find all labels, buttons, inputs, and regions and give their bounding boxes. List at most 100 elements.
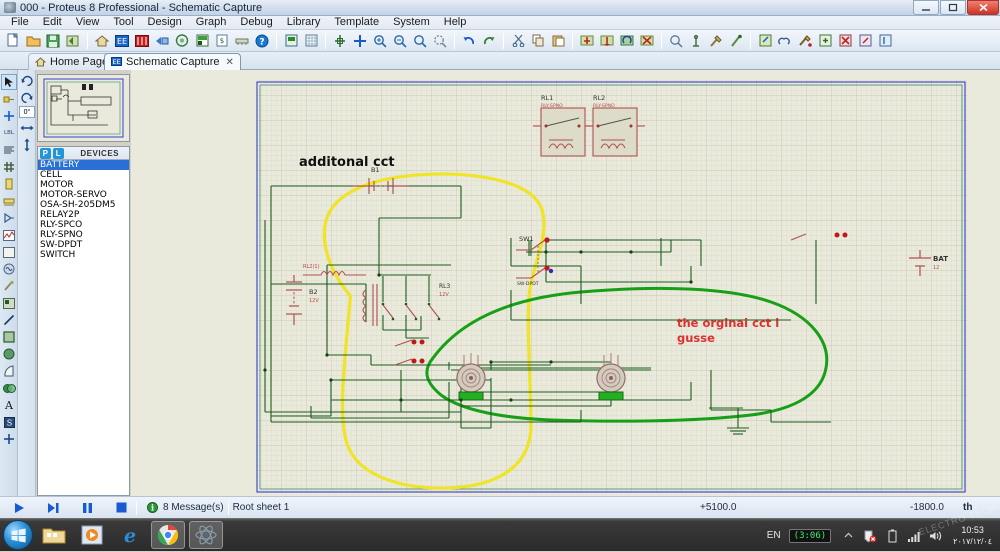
search-tag-icon[interactable] <box>776 32 794 50</box>
minimize-button[interactable] <box>913 0 939 15</box>
start-button[interactable] <box>3 520 33 550</box>
taskbar-proteus[interactable] <box>189 521 223 549</box>
goto-sheet-icon[interactable] <box>856 32 874 50</box>
open-file-icon[interactable] <box>24 32 42 50</box>
cut-icon[interactable] <box>509 32 527 50</box>
security-alert-icon[interactable] <box>862 528 878 544</box>
close-button[interactable] <box>967 0 999 15</box>
device-item-cell[interactable]: CELL <box>38 170 129 180</box>
design-explorer-icon[interactable]: $ <box>213 32 231 50</box>
battery-icon[interactable] <box>884 528 900 544</box>
menu-item-template[interactable]: Template <box>327 16 386 29</box>
wire-label-mode-button[interactable]: LBL <box>1 125 17 141</box>
new-sheet-icon[interactable] <box>756 32 774 50</box>
device-item-switch[interactable]: SWITCH <box>38 250 129 260</box>
battery-time-widget[interactable]: (3:06) <box>788 528 832 543</box>
vsm-icon[interactable] <box>233 32 251 50</box>
tape-recorder-mode-button[interactable] <box>1 244 17 260</box>
maximize-button[interactable] <box>940 0 966 15</box>
simulation-pause-button[interactable] <box>76 499 98 517</box>
menu-item-tool[interactable]: Tool <box>106 16 140 29</box>
path-tool-button[interactable] <box>1 380 17 396</box>
decompose-icon[interactable] <box>727 32 745 50</box>
text-script-mode-button[interactable] <box>1 142 17 158</box>
simulation-stop-button[interactable] <box>110 499 132 517</box>
component-mode-button[interactable] <box>1 91 17 107</box>
device-item-osa-sh-205dm5[interactable]: OSA-SH-205DM5 <box>38 200 129 210</box>
schematic-drawing[interactable]: B1 B2 12V RL2(1) RL3 12V RL1 RLY-SPNO RL… <box>131 70 1000 496</box>
device-item-sw-dpdt[interactable]: SW-DPDT <box>38 240 129 250</box>
help-icon[interactable]: ? <box>253 32 271 50</box>
new-file-icon[interactable] <box>4 32 22 50</box>
print-icon[interactable] <box>282 32 300 50</box>
property-assign-icon[interactable] <box>796 32 814 50</box>
mirror-vertical-button[interactable] <box>19 137 35 152</box>
taskbar-clock[interactable]: 10:53 ٢٠١٧/١٢/٠٤ <box>953 525 992 547</box>
generator-mode-button[interactable] <box>1 261 17 277</box>
source-code-icon[interactable] <box>193 32 211 50</box>
line-tool-button[interactable] <box>1 312 17 328</box>
message-count-label[interactable]: 8 Message(s) <box>163 502 224 513</box>
tab-schematic-capture[interactable]: EE Schematic Capture ✕ <box>104 53 241 70</box>
make-device-icon[interactable] <box>687 32 705 50</box>
menu-item-file[interactable]: File <box>4 16 36 29</box>
volume-icon[interactable] <box>928 528 944 544</box>
menu-item-design[interactable]: Design <box>141 16 189 29</box>
menu-item-library[interactable]: Library <box>280 16 328 29</box>
home-icon[interactable] <box>93 32 111 50</box>
save-file-icon[interactable] <box>44 32 62 50</box>
taskbar-media-player[interactable] <box>75 521 109 549</box>
taskbar-chrome[interactable] <box>151 521 185 549</box>
block-move-icon[interactable] <box>598 32 616 50</box>
menu-item-view[interactable]: View <box>69 16 107 29</box>
bill-of-materials-icon[interactable] <box>173 32 191 50</box>
import-icon[interactable] <box>64 32 82 50</box>
taskbar-explorer[interactable] <box>37 521 71 549</box>
close-icon[interactable]: ✕ <box>226 57 234 68</box>
packaging-tool-icon[interactable] <box>707 32 725 50</box>
block-delete-icon[interactable] <box>638 32 656 50</box>
device-item-battery[interactable]: BATTERY <box>38 160 129 170</box>
pick-device-icon[interactable] <box>667 32 685 50</box>
arc-tool-button[interactable] <box>1 363 17 379</box>
exit-sheet-icon[interactable] <box>876 32 894 50</box>
symbol-tool-button[interactable]: S <box>1 414 17 430</box>
device-item-relay2p[interactable]: RELAY2P <box>38 210 129 220</box>
voltage-probe-mode-button[interactable] <box>1 278 17 294</box>
rotation-angle-field[interactable]: 0° <box>19 106 35 118</box>
taskbar-internet-explorer[interactable]: e <box>113 521 147 549</box>
buses-mode-button[interactable] <box>1 159 17 175</box>
marker-tool-button[interactable] <box>1 431 17 447</box>
grid-icon[interactable] <box>302 32 320 50</box>
terminals-mode-button[interactable] <box>1 193 17 209</box>
circle-tool-button[interactable] <box>1 346 17 362</box>
block-rotate-icon[interactable] <box>618 32 636 50</box>
menu-item-system[interactable]: System <box>386 16 437 29</box>
device-item-motor[interactable]: MOTOR <box>38 180 129 190</box>
device-item-motor-servo[interactable]: MOTOR-SERVO <box>38 190 129 200</box>
menu-item-debug[interactable]: Debug <box>233 16 279 29</box>
menu-item-edit[interactable]: Edit <box>36 16 69 29</box>
origin-icon[interactable] <box>331 32 349 50</box>
device-item-rly-spno[interactable]: RLY-SPNO <box>38 230 129 240</box>
schematic-overview-preview[interactable] <box>37 74 130 142</box>
menu-item-graph[interactable]: Graph <box>189 16 234 29</box>
zoom-area-icon[interactable] <box>431 32 449 50</box>
rotate-clockwise-button[interactable] <box>19 72 35 87</box>
network-icon[interactable] <box>906 528 922 544</box>
device-item-rly-spco[interactable]: RLY-SPCO <box>38 220 129 230</box>
junction-dot-mode-button[interactable] <box>1 108 17 124</box>
zoom-sheet-icon[interactable] <box>816 32 834 50</box>
remove-sheet-icon[interactable] <box>836 32 854 50</box>
mirror-horizontal-button[interactable] <box>19 120 35 135</box>
language-indicator[interactable]: EN <box>767 530 781 541</box>
devices-list[interactable]: BATTERY CELL MOTOR MOTOR-SERVO OSA-SH-20… <box>38 160 129 260</box>
virtual-instrument-mode-button[interactable] <box>1 295 17 311</box>
3d-viewer-icon[interactable] <box>153 32 171 50</box>
simulation-play-button[interactable] <box>8 499 30 517</box>
undo-icon[interactable] <box>460 32 478 50</box>
simulation-step-button[interactable] <box>42 499 64 517</box>
text-tool-button[interactable]: A <box>1 397 17 413</box>
schematic-canvas[interactable]: B1 B2 12V RL2(1) RL3 12V RL1 RLY-SPNO RL… <box>131 70 1000 496</box>
block-copy-icon[interactable] <box>578 32 596 50</box>
